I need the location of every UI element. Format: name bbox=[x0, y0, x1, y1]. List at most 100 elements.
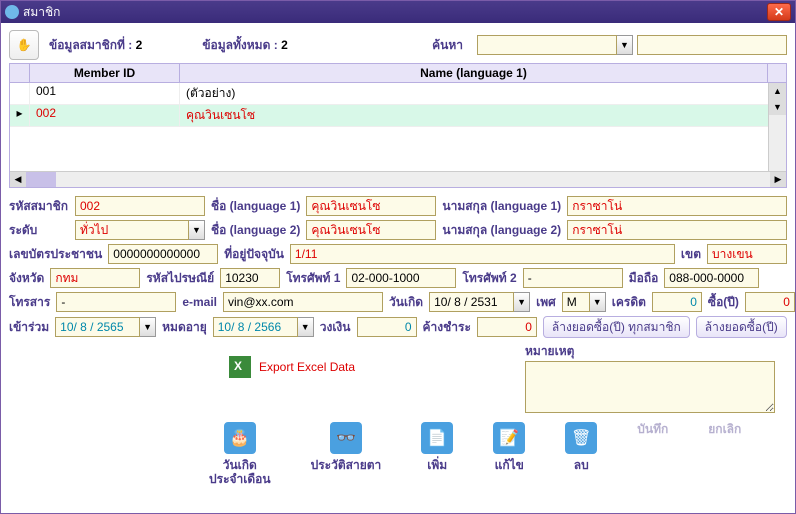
memo-label: หมายเหตุ bbox=[525, 344, 574, 358]
email-label: e-mail bbox=[182, 295, 217, 309]
expire-label: หมดอายุ bbox=[162, 318, 207, 337]
edit-doc-icon: 📝 bbox=[493, 422, 525, 454]
chevron-down-icon[interactable]: ▼ bbox=[140, 317, 156, 337]
delete-button[interactable]: 🗑 ลบ bbox=[565, 422, 597, 472]
balance-field[interactable] bbox=[477, 317, 537, 337]
province-field[interactable] bbox=[50, 268, 140, 288]
glasses-icon: 👓 bbox=[330, 422, 362, 454]
cell-member-id: 002 bbox=[30, 105, 180, 126]
expire-field[interactable] bbox=[213, 317, 298, 337]
clear-all-buy-button[interactable]: ล้างยอดซื้อ(ปี) ทุกสมาชิก bbox=[543, 316, 690, 338]
level-field[interactable] bbox=[75, 220, 189, 240]
record-total-label: ข้อมูลทั้งหมด : 2 bbox=[202, 36, 287, 55]
add-doc-icon: 📄 bbox=[421, 422, 453, 454]
chevron-down-icon[interactable]: ▼ bbox=[617, 35, 633, 55]
expire-date-picker[interactable]: ▼ bbox=[213, 317, 314, 337]
search-type-combo[interactable]: ▼ bbox=[477, 35, 633, 55]
row-marker: ▸ bbox=[10, 105, 30, 126]
citizen-field[interactable] bbox=[108, 244, 218, 264]
edit-button[interactable]: 📝 แก้ไข bbox=[493, 422, 525, 472]
citizen-label: เลขบัตรประชาชน bbox=[9, 245, 102, 264]
sex-label: เพศ bbox=[536, 293, 556, 312]
email-field[interactable] bbox=[223, 292, 383, 312]
member-id-label: รหัสสมาชิก bbox=[9, 197, 69, 216]
surname2-field[interactable] bbox=[567, 220, 787, 240]
hand-button[interactable]: ✋ bbox=[9, 30, 39, 60]
scroll-left-icon[interactable]: ◀ bbox=[10, 172, 26, 187]
birthdate-picker[interactable]: ▼ bbox=[429, 292, 530, 312]
col-name[interactable]: Name (language 1) bbox=[180, 64, 768, 82]
credit-label: เครดิต bbox=[612, 293, 646, 312]
join-label: เข้าร่วม bbox=[9, 318, 49, 337]
table-row[interactable]: 001 (ตัวอย่าง) bbox=[10, 83, 786, 105]
table-row[interactable]: ▸ 002 คุณวินเซนโซ bbox=[10, 105, 786, 127]
chevron-down-icon[interactable]: ▼ bbox=[298, 317, 314, 337]
eye-history-button[interactable]: 👓 ประวัติสายตา bbox=[311, 422, 382, 472]
trash-icon: 🗑 bbox=[565, 422, 597, 454]
vertical-scrollbar[interactable]: ▲ ▼ bbox=[768, 83, 786, 171]
sex-field[interactable] bbox=[562, 292, 590, 312]
export-excel-label: Export Excel Data bbox=[259, 360, 355, 374]
birthday-monthly-button[interactable]: 🎂 วันเกิด ประจำเดือน bbox=[209, 422, 271, 487]
search-type-input[interactable] bbox=[477, 35, 617, 55]
cancel-button: ยกเลิก bbox=[708, 422, 741, 436]
limit-field[interactable] bbox=[357, 317, 417, 337]
fax-field[interactable] bbox=[56, 292, 176, 312]
phone2-field[interactable] bbox=[523, 268, 623, 288]
memo-textarea[interactable] bbox=[525, 361, 775, 413]
birthdate-field[interactable] bbox=[429, 292, 514, 312]
province-label: จังหวัด bbox=[9, 269, 44, 288]
row-header-col bbox=[10, 64, 30, 82]
postal-label: รหัสไปรษณีย์ bbox=[146, 269, 214, 288]
buy-year-field[interactable] bbox=[745, 292, 795, 312]
chevron-down-icon[interactable]: ▼ bbox=[189, 220, 205, 240]
search-label: ค้นหา bbox=[432, 36, 463, 55]
phone2-label: โทรศัพท์ 2 bbox=[462, 269, 516, 288]
scroll-thumb[interactable] bbox=[26, 172, 56, 187]
join-field[interactable] bbox=[55, 317, 140, 337]
surname1-label: นามสกุล (language 1) bbox=[442, 197, 561, 216]
name2-label: ชื่อ (language 2) bbox=[211, 221, 300, 240]
scroll-up-icon[interactable]: ▲ bbox=[769, 83, 786, 99]
cell-name: คุณวินเซนโซ bbox=[180, 105, 786, 126]
cell-member-id: 001 bbox=[30, 83, 180, 104]
balance-label: ค้างชำระ bbox=[423, 318, 471, 337]
credit-field[interactable] bbox=[652, 292, 702, 312]
postal-field[interactable] bbox=[220, 268, 280, 288]
add-button[interactable]: 📄 เพิ่ม bbox=[421, 422, 453, 472]
app-icon bbox=[5, 5, 19, 19]
join-date-picker[interactable]: ▼ bbox=[55, 317, 156, 337]
window-title: สมาชิก bbox=[23, 3, 60, 22]
name1-label: ชื่อ (language 1) bbox=[211, 197, 300, 216]
limit-label: วงเงิน bbox=[320, 318, 351, 337]
chevron-down-icon[interactable]: ▼ bbox=[590, 292, 606, 312]
clear-buy-button[interactable]: ล้างยอดซื้อ(ปี) bbox=[696, 316, 787, 338]
scroll-corner bbox=[768, 64, 786, 82]
birthdate-label: วันเกิด bbox=[389, 293, 423, 312]
name1-field[interactable] bbox=[306, 196, 436, 216]
horizontal-scrollbar[interactable]: ◀ ▶ bbox=[10, 171, 786, 187]
level-label: ระดับ bbox=[9, 221, 69, 240]
fax-label: โทรสาร bbox=[9, 293, 50, 312]
phone1-field[interactable] bbox=[346, 268, 456, 288]
chevron-down-icon[interactable]: ▼ bbox=[514, 292, 530, 312]
address-label: ที่อยู่ปัจจุบัน bbox=[224, 245, 284, 264]
district-field[interactable] bbox=[707, 244, 787, 264]
row-marker bbox=[10, 83, 30, 104]
scroll-right-icon[interactable]: ▶ bbox=[770, 172, 786, 187]
close-button[interactable]: ✕ bbox=[767, 3, 791, 21]
district-label: เขต bbox=[681, 245, 701, 264]
col-member-id[interactable]: Member ID bbox=[30, 64, 180, 82]
buy-year-label: ซื้อ(ปี) bbox=[708, 293, 739, 312]
scroll-down-icon[interactable]: ▼ bbox=[769, 99, 786, 115]
sex-combo[interactable]: ▼ bbox=[562, 292, 606, 312]
level-combo[interactable]: ▼ bbox=[75, 220, 205, 240]
member-id-field[interactable] bbox=[75, 196, 205, 216]
phone1-label: โทรศัพท์ 1 bbox=[286, 269, 340, 288]
search-input[interactable] bbox=[637, 35, 787, 55]
name2-field[interactable] bbox=[306, 220, 436, 240]
mobile-field[interactable] bbox=[664, 268, 759, 288]
surname1-field[interactable] bbox=[567, 196, 787, 216]
excel-icon bbox=[229, 356, 251, 378]
address-field[interactable] bbox=[290, 244, 675, 264]
